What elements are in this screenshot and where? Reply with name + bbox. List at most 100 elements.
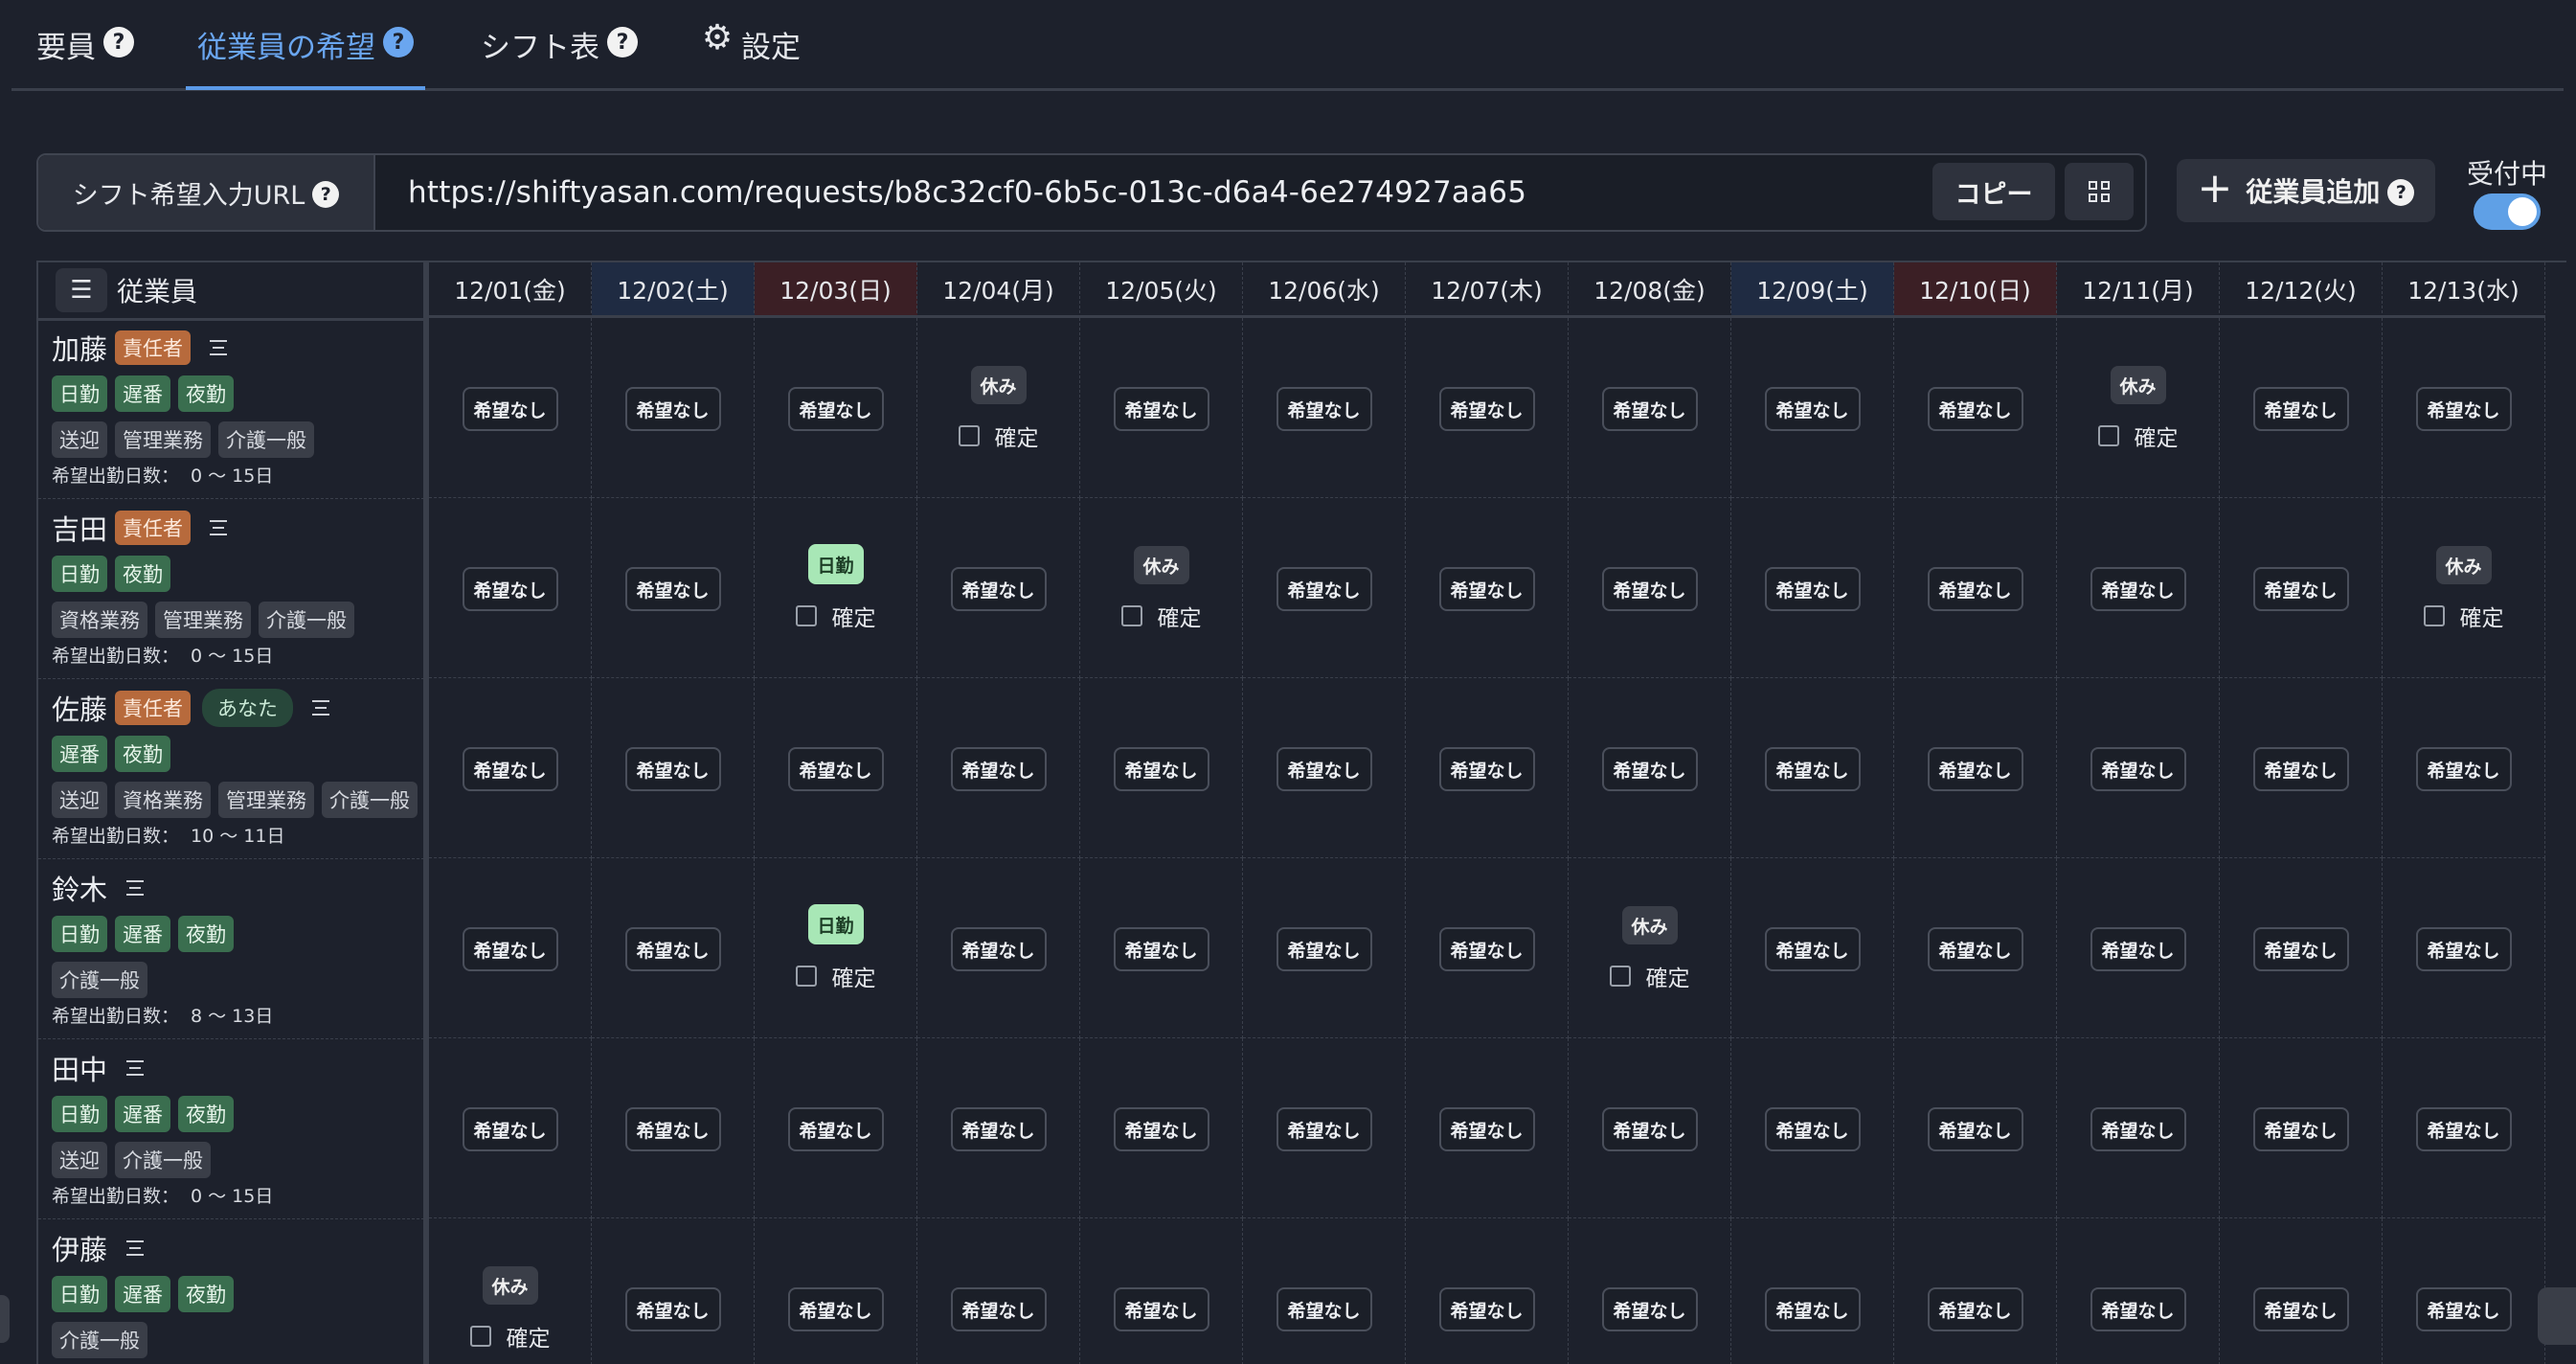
support-button[interactable]	[2538, 1287, 2576, 1345]
confirm-checkbox[interactable]: 確定	[1609, 960, 1690, 992]
no-request-button[interactable]: 希望なし	[462, 747, 558, 791]
no-request-button[interactable]: 希望なし	[1764, 1287, 1861, 1331]
no-request-button[interactable]: 希望なし	[624, 567, 721, 611]
no-request-button[interactable]: 希望なし	[1276, 927, 1372, 971]
no-request-button[interactable]: 希望なし	[1113, 1107, 1209, 1151]
no-request-button[interactable]: 希望なし	[1113, 927, 1209, 971]
tab-employee-requests[interactable]: 従業員の希望 ?	[186, 23, 425, 90]
confirm-checkbox[interactable]: 確定	[795, 600, 876, 632]
no-request-button[interactable]: 希望なし	[787, 747, 884, 791]
employee-name[interactable]: 田中	[52, 1048, 107, 1088]
no-request-button[interactable]: 希望なし	[2090, 927, 2186, 971]
no-request-button[interactable]: 希望なし	[950, 567, 1047, 611]
no-request-button[interactable]: 希望なし	[624, 387, 721, 431]
day-shift-request[interactable]: 日勤	[807, 904, 864, 944]
add-employee-button[interactable]: + 従業員追加 ?	[2177, 159, 2435, 222]
no-request-button[interactable]: 希望なし	[1601, 1287, 1698, 1331]
no-request-button[interactable]: 希望なし	[1276, 1287, 1372, 1331]
no-request-button[interactable]: 希望なし	[1764, 387, 1861, 431]
no-request-button[interactable]: 希望なし	[1927, 1107, 2023, 1151]
no-request-button[interactable]: 希望なし	[1438, 1107, 1535, 1151]
day-off-request[interactable]: 休み	[2435, 546, 2492, 584]
no-request-button[interactable]: 希望なし	[1927, 747, 2023, 791]
filter-icon[interactable]	[210, 520, 228, 535]
no-request-button[interactable]: 希望なし	[624, 1107, 721, 1151]
copy-url-button[interactable]: コピー	[1932, 163, 2055, 220]
no-request-button[interactable]: 希望なし	[1601, 387, 1698, 431]
employee-name[interactable]: 伊藤	[52, 1228, 107, 1268]
no-request-button[interactable]: 希望なし	[1276, 387, 1372, 431]
no-request-button[interactable]: 希望なし	[462, 387, 558, 431]
no-request-button[interactable]: 希望なし	[462, 927, 558, 971]
no-request-button[interactable]: 希望なし	[462, 567, 558, 611]
confirm-checkbox[interactable]: 確定	[958, 420, 1039, 452]
day-off-request[interactable]: 休み	[1621, 906, 1678, 944]
qr-code-button[interactable]	[2065, 163, 2134, 220]
help-icon[interactable]: ?	[607, 27, 638, 57]
employee-name[interactable]: 加藤	[52, 328, 107, 368]
no-request-button[interactable]: 希望なし	[2415, 1107, 2512, 1151]
no-request-button[interactable]: 希望なし	[624, 1287, 721, 1331]
accepting-toggle[interactable]	[2474, 193, 2541, 230]
no-request-button[interactable]: 希望なし	[1764, 927, 1861, 971]
employee-name[interactable]: 吉田	[52, 508, 107, 548]
employee-name[interactable]: 鈴木	[52, 868, 107, 908]
no-request-button[interactable]: 希望なし	[1438, 567, 1535, 611]
day-off-request[interactable]: 休み	[482, 1266, 538, 1305]
no-request-button[interactable]: 希望なし	[1764, 567, 1861, 611]
day-off-request[interactable]: 休み	[1133, 546, 1189, 584]
no-request-button[interactable]: 希望なし	[1438, 1287, 1535, 1331]
no-request-button[interactable]: 希望なし	[1438, 927, 1535, 971]
no-request-button[interactable]: 希望なし	[2252, 1107, 2349, 1151]
no-request-button[interactable]: 希望なし	[1438, 387, 1535, 431]
no-request-button[interactable]: 希望なし	[1927, 1287, 2023, 1331]
no-request-button[interactable]: 希望なし	[2252, 387, 2349, 431]
no-request-button[interactable]: 希望なし	[2090, 1287, 2186, 1331]
no-request-button[interactable]: 希望なし	[1601, 1107, 1698, 1151]
no-request-button[interactable]: 希望なし	[2252, 1287, 2349, 1331]
filter-icon[interactable]	[126, 880, 145, 896]
no-request-button[interactable]: 希望なし	[2090, 567, 2186, 611]
no-request-button[interactable]: 希望なし	[1601, 747, 1698, 791]
employee-name[interactable]: 佐藤	[52, 688, 107, 728]
filter-icon[interactable]	[312, 700, 330, 716]
no-request-button[interactable]: 希望なし	[950, 1287, 1047, 1331]
no-request-button[interactable]: 希望なし	[624, 747, 721, 791]
filter-icon[interactable]	[210, 340, 228, 355]
confirm-checkbox[interactable]: 確定	[2423, 600, 2504, 632]
no-request-button[interactable]: 希望なし	[2090, 1107, 2186, 1151]
tab-shift-table[interactable]: シフト表 ?	[481, 23, 638, 84]
no-request-button[interactable]: 希望なし	[2415, 747, 2512, 791]
no-request-button[interactable]: 希望なし	[1927, 927, 2023, 971]
no-request-button[interactable]: 希望なし	[1276, 567, 1372, 611]
no-request-button[interactable]: 希望なし	[2252, 747, 2349, 791]
filter-icon[interactable]	[126, 1240, 145, 1256]
no-request-button[interactable]: 希望なし	[1927, 387, 2023, 431]
no-request-button[interactable]: 希望なし	[787, 387, 884, 431]
no-request-button[interactable]: 希望なし	[1113, 387, 1209, 431]
day-off-request[interactable]: 休み	[970, 366, 1027, 404]
help-icon[interactable]: ?	[312, 181, 340, 208]
no-request-button[interactable]: 希望なし	[1276, 747, 1372, 791]
confirm-checkbox[interactable]: 確定	[2097, 420, 2179, 452]
no-request-button[interactable]: 希望なし	[1601, 567, 1698, 611]
no-request-button[interactable]: 希望なし	[950, 927, 1047, 971]
no-request-button[interactable]: 希望なし	[950, 747, 1047, 791]
no-request-button[interactable]: 希望なし	[787, 1107, 884, 1151]
help-icon[interactable]: ?	[383, 27, 414, 57]
no-request-button[interactable]: 希望なし	[2252, 567, 2349, 611]
request-url-field[interactable]: https://shiftyasan.com/requests/b8c32cf0…	[408, 155, 1526, 230]
day-shift-request[interactable]: 日勤	[807, 544, 864, 584]
list-icon[interactable]: ☰	[56, 268, 107, 312]
tab-settings[interactable]: ⚙ 設定	[701, 18, 801, 84]
no-request-button[interactable]: 希望なし	[1113, 1287, 1209, 1331]
no-request-button[interactable]: 希望なし	[1927, 567, 2023, 611]
side-handle[interactable]	[0, 1295, 10, 1343]
no-request-button[interactable]: 希望なし	[2415, 1287, 2512, 1331]
no-request-button[interactable]: 希望なし	[624, 927, 721, 971]
no-request-button[interactable]: 希望なし	[787, 1287, 884, 1331]
day-off-request[interactable]: 休み	[2110, 366, 2166, 404]
help-icon[interactable]: ?	[2387, 179, 2415, 206]
help-icon[interactable]: ?	[103, 27, 134, 57]
no-request-button[interactable]: 希望なし	[2252, 927, 2349, 971]
